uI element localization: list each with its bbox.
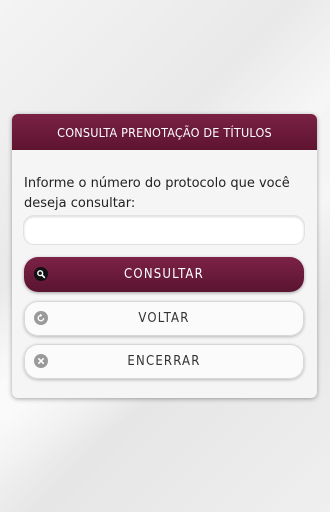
protocol-input[interactable] <box>24 216 304 244</box>
voltar-label: VOLTAR <box>138 311 190 326</box>
close-icon <box>34 354 48 368</box>
card-header: CONSULTA PRENOTAÇÃO DE TÍTULOS <box>12 114 317 150</box>
encerrar-button[interactable]: ENCERRAR <box>24 344 304 379</box>
protocol-prompt: Informe o número do protocolo que você d… <box>24 176 290 211</box>
consulta-card: CONSULTA PRENOTAÇÃO DE TÍTULOS Informe o… <box>12 114 317 398</box>
consultar-label: CONSULTAR <box>124 267 204 282</box>
encerrar-label: ENCERRAR <box>127 354 201 369</box>
consultar-button[interactable]: CONSULTAR <box>24 257 304 292</box>
page-title: CONSULTA PRENOTAÇÃO DE TÍTULOS <box>57 124 272 140</box>
voltar-button[interactable]: VOLTAR <box>24 301 304 336</box>
search-icon <box>34 267 48 281</box>
back-icon <box>34 311 48 325</box>
